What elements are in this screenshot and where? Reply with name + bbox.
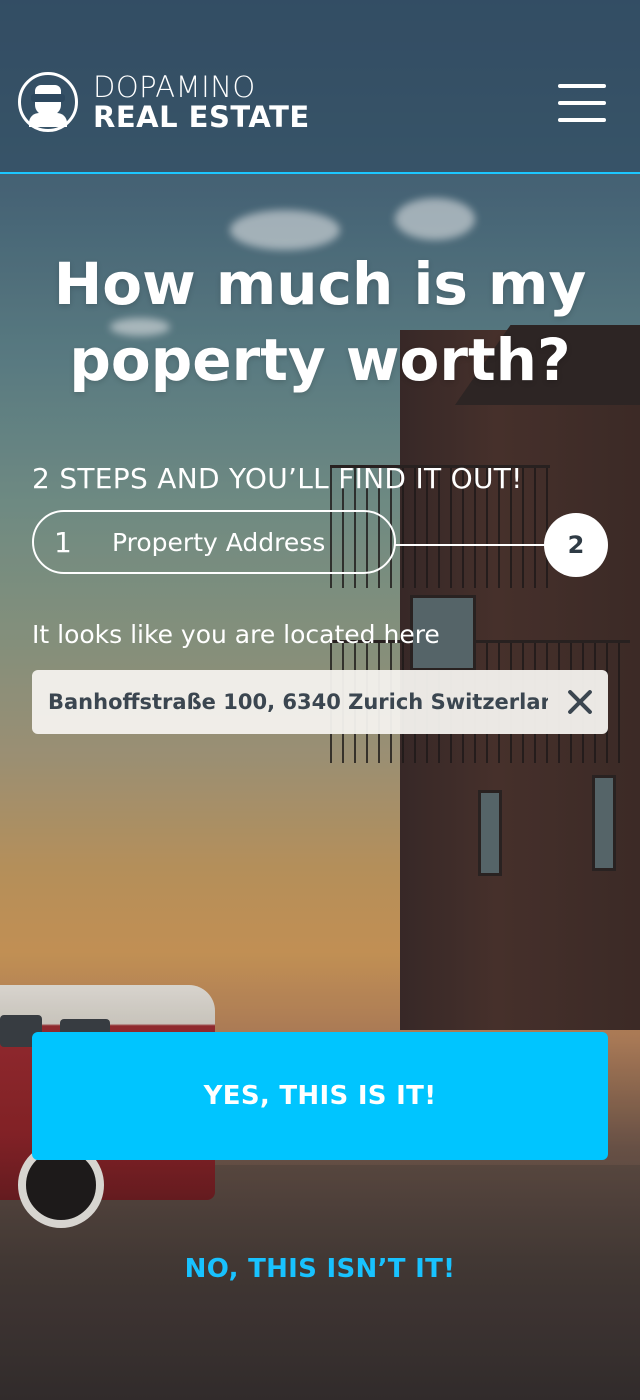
step-label: Property Address [112,528,326,557]
step-2[interactable]: 2 [544,513,608,577]
close-icon[interactable] [564,686,596,718]
robot-glasses-logo-icon[interactable] [18,72,78,132]
brand-name-line2: REAL ESTATE [93,100,310,134]
logo-body [29,113,67,127]
step-1-active[interactable]: 1 Property Address [32,510,396,574]
address-input[interactable] [48,670,548,734]
deny-address-link[interactable]: NO, THIS ISN’T IT! [32,1254,608,1284]
brand-name-line1: DOPAMINO [93,70,256,104]
step-connector [395,544,555,546]
address-field [32,670,608,734]
step-number: 1 [54,526,72,559]
logo-glasses [31,94,65,102]
menu-bar [558,101,606,105]
location-prompt: It looks like you are located here [32,620,440,649]
steps-title: 2 STEPS AND YOU’LL FIND IT OUT! [32,462,523,495]
page: DOPAMINO REAL ESTATE How much is my pope… [0,0,640,1400]
confirm-address-button[interactable]: YES, THIS IS IT! [32,1032,608,1160]
page-title: How much is my poperty worth? [53,250,587,394]
menu-bar [558,84,606,88]
hamburger-menu-icon[interactable] [558,84,608,126]
top-header: DOPAMINO REAL ESTATE [0,0,640,174]
menu-bar [558,118,606,122]
